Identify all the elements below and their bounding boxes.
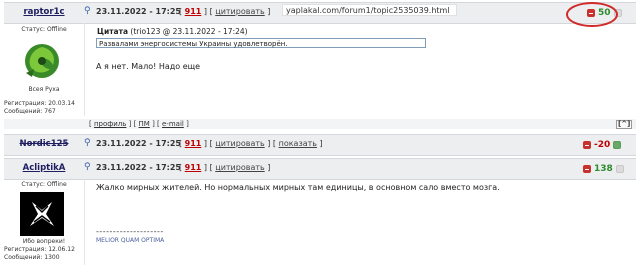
pm-link[interactable]: ПМ	[139, 120, 150, 128]
post-link-icon[interactable]: ⚲	[84, 7, 91, 16]
avatar-caption: Ибо вопреки!	[22, 238, 66, 245]
post-author-nick[interactable]: Nordic125	[4, 139, 84, 149]
signature-separator: --------------------	[96, 227, 164, 236]
post-number-link[interactable]: 911	[185, 139, 202, 148]
post-date: 23.11.2022 - 17:25	[96, 139, 181, 148]
user-registration: Регистрация: 20.03.14 Сообщений: 767	[4, 100, 75, 115]
user-status: Статус: Offline	[21, 26, 67, 33]
post-actions: [ 911 ] [ цитировать ]	[179, 163, 271, 172]
email-link[interactable]: e-mail	[162, 120, 184, 128]
rate-minus-icon[interactable]	[583, 141, 591, 149]
rate-minus-icon[interactable]	[583, 165, 591, 173]
profile-link[interactable]: профиль	[94, 120, 126, 128]
post-number-link[interactable]: 911	[185, 163, 202, 172]
quote-button[interactable]: цитировать	[215, 7, 264, 16]
post-actions: [ 911 ] [ цитировать ]	[179, 7, 271, 16]
annotation-circle	[566, 2, 618, 27]
post-number-link[interactable]: 911	[185, 7, 202, 16]
user-avatar[interactable]	[20, 39, 64, 83]
post-date: 23.11.2022 - 17:25	[96, 7, 181, 16]
post-rating: -20	[583, 140, 622, 150]
address-bar[interactable]: yaplakal.com/forum1/topic2535039.html	[282, 4, 457, 16]
rate-plus-icon[interactable]	[615, 165, 624, 173]
post-author-nick[interactable]: AcliptikA	[4, 163, 84, 173]
post-date: 23.11.2022 - 17:25	[96, 163, 181, 172]
post-text: Жалко мирных жителей. Но нормальных мирн…	[96, 183, 500, 192]
post-link-icon[interactable]: ⚲	[84, 139, 91, 148]
quote-button[interactable]: цитировать	[215, 163, 264, 172]
post-author-nick[interactable]: raptor1c	[4, 7, 84, 17]
quote-button[interactable]: цитировать	[215, 139, 264, 148]
quote-text: Развалами энергосистемы Украины удовлетв…	[96, 38, 426, 48]
avatar-caption: Всея Руха	[28, 86, 60, 93]
divider	[84, 179, 85, 265]
rating-value: 138	[594, 164, 613, 174]
post-link-icon[interactable]: ⚲	[84, 163, 91, 172]
divider	[84, 23, 85, 116]
post-footer-links: [ профиль ] [ ПМ ] [ e-mail ]	[89, 120, 189, 128]
user-signature: MELIOR QUAM OPTIMA	[96, 237, 165, 244]
post-actions: [ 911 ] [ цитировать ] [ показать ]	[179, 139, 323, 148]
quote-header: Цитата (trio123 @ 23.11.2022 - 17:24)	[97, 27, 248, 36]
user-registration: Регистрация: 12.06.12 Сообщений: 1300	[4, 246, 75, 261]
post-rating: 138	[583, 164, 624, 174]
user-status: Статус: Offline	[21, 181, 67, 188]
rate-plus-icon[interactable]	[613, 141, 622, 149]
show-button[interactable]: показать	[279, 139, 317, 148]
status-offline: Offline	[46, 26, 67, 33]
scroll-up-button[interactable]: [^]	[616, 120, 633, 129]
status-offline: Offline	[46, 181, 67, 188]
post-text: А я нет. Мало! Надо еще	[96, 62, 201, 71]
rating-value: -20	[594, 140, 611, 150]
user-avatar[interactable]	[20, 192, 64, 236]
